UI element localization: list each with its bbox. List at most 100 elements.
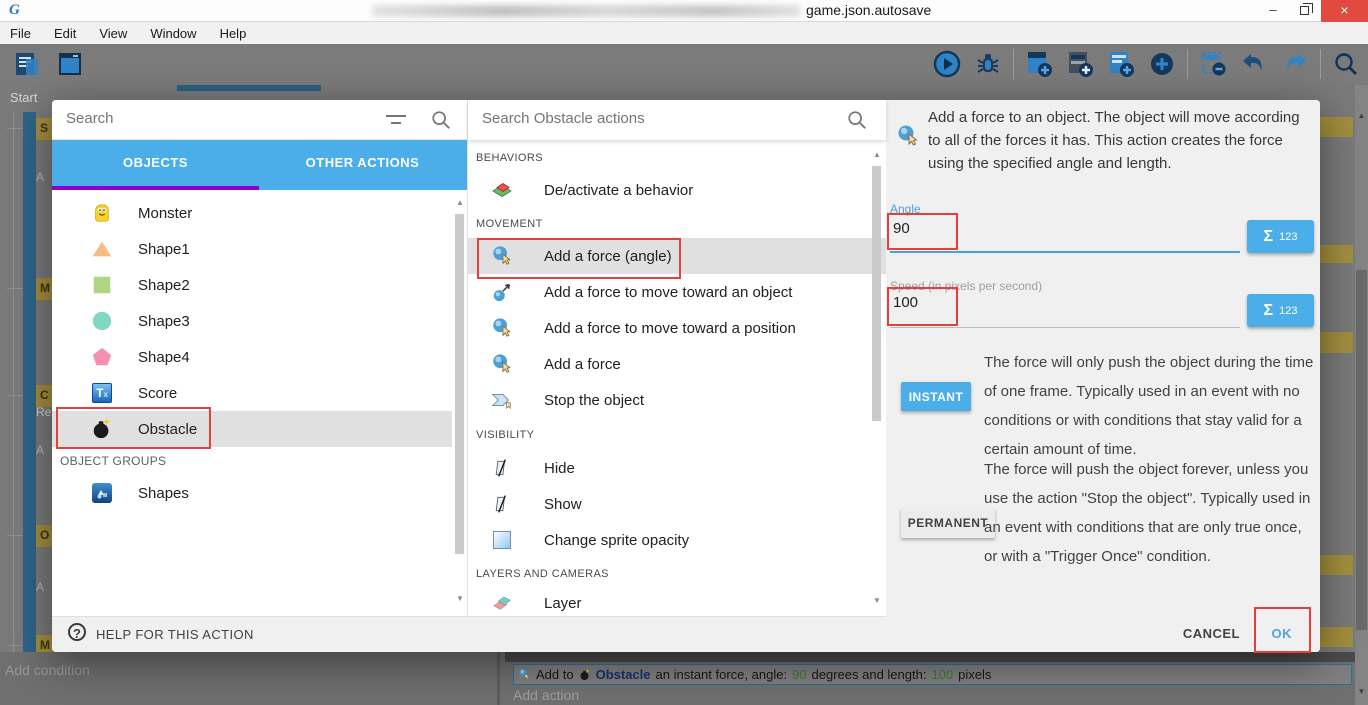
- scroll-down-icon[interactable]: ▼: [1355, 687, 1368, 696]
- event-text-fragment: A: [36, 580, 52, 594]
- action-row-change-opacity[interactable]: Change sprite opacity: [468, 522, 903, 558]
- add-external-events-icon[interactable]: [1064, 48, 1096, 80]
- remove-scene-icon[interactable]: [1197, 48, 1229, 80]
- permanent-button[interactable]: PERMANENT: [901, 508, 995, 538]
- action-label: Stop the object: [544, 392, 644, 409]
- instant-button[interactable]: INSTANT: [901, 382, 971, 411]
- expression-123: 123: [1279, 305, 1297, 317]
- ok-button[interactable]: OK: [1272, 626, 1293, 641]
- menu-window[interactable]: Window: [150, 26, 196, 41]
- active-tab-indicator: [52, 186, 259, 190]
- action-row-text: pixels: [958, 667, 991, 682]
- dialog-footer: ? HELP FOR THIS ACTION CANCEL OK: [52, 616, 1320, 652]
- bomb-icon: [90, 418, 114, 440]
- minimize-button[interactable]: –: [1258, 0, 1288, 22]
- add-condition-placeholder[interactable]: Add condition: [5, 662, 90, 678]
- help-label[interactable]: HELP FOR THIS ACTION: [96, 627, 254, 642]
- action-parameters-panel: Add a force to an object. The object wil…: [886, 100, 1320, 652]
- scene-editor-icon[interactable]: [54, 48, 86, 80]
- undo-icon[interactable]: [1238, 48, 1270, 80]
- object-label: Shape4: [138, 349, 190, 366]
- action-row-layer[interactable]: Layer: [468, 590, 903, 616]
- object-row-shape4[interactable]: Shape4: [52, 339, 452, 375]
- action-row-stop-object[interactable]: Stop the object: [468, 382, 903, 418]
- object-row-obstacle[interactable]: Obstacle: [52, 411, 452, 447]
- tab-other-actions[interactable]: OTHER ACTIONS: [259, 140, 466, 190]
- action-row-show[interactable]: Show: [468, 486, 903, 522]
- layer-icon: [488, 592, 516, 614]
- add-scene-icon[interactable]: [1023, 48, 1055, 80]
- scroll-up-icon[interactable]: ▲: [453, 198, 467, 207]
- scrollbar-thumb[interactable]: [1356, 270, 1367, 630]
- object-row-score[interactable]: Tx Score: [52, 375, 452, 411]
- speed-expression-button[interactable]: Σ 123: [1247, 294, 1314, 327]
- force-icon: [488, 245, 516, 267]
- tree-tick: [7, 395, 22, 396]
- action-label: Change sprite opacity: [544, 532, 689, 549]
- events-tree-line: [13, 112, 14, 660]
- debug-icon[interactable]: [972, 48, 1004, 80]
- scrollbar-thumb[interactable]: [872, 166, 881, 421]
- action-row-add-force[interactable]: Add a force: [468, 346, 903, 382]
- toolbar: [0, 44, 1368, 85]
- object-row-shape2[interactable]: Shape2: [52, 267, 452, 303]
- menu-file[interactable]: File: [10, 26, 31, 41]
- close-button[interactable]: ×: [1321, 0, 1368, 22]
- force-toward-object-icon: [488, 281, 516, 303]
- toolbar-separator: [1013, 49, 1014, 79]
- scene-tab-label: Start: [10, 90, 52, 105]
- triangle-icon: [90, 238, 114, 260]
- add-action-placeholder[interactable]: Add action: [513, 687, 579, 703]
- group-row-shapes[interactable]: Shapes: [52, 475, 452, 511]
- maximize-button[interactable]: [1290, 0, 1320, 22]
- search-icon[interactable]: [430, 109, 452, 131]
- object-label: Shape3: [138, 313, 190, 330]
- behavior-icon: [488, 178, 516, 202]
- angle-expression-button[interactable]: Σ 123: [1247, 220, 1314, 253]
- object-row-shape1[interactable]: Shape1: [52, 231, 452, 267]
- scroll-up-icon[interactable]: ▲: [1355, 111, 1368, 120]
- object-label: Obstacle: [138, 421, 197, 438]
- play-icon[interactable]: [931, 48, 963, 80]
- scrollbar-thumb[interactable]: [455, 214, 464, 554]
- show-icon: [488, 493, 516, 515]
- scroll-down-icon[interactable]: ▼: [870, 596, 884, 605]
- filter-icon[interactable]: [384, 113, 408, 127]
- add-object-icon[interactable]: [1146, 48, 1178, 80]
- object-list-scrollbar[interactable]: ▲ ▼: [453, 190, 467, 616]
- angle-input[interactable]: [893, 220, 1093, 237]
- search-icon[interactable]: [846, 109, 868, 131]
- add-external-layout-icon[interactable]: [1105, 48, 1137, 80]
- project-manager-icon[interactable]: [12, 48, 44, 80]
- object-row-monster[interactable]: Monster: [52, 195, 452, 231]
- scroll-up-icon[interactable]: ▲: [870, 150, 884, 159]
- event-comment-bar-right: [1320, 332, 1353, 353]
- events-scrollbar[interactable]: ▲ ▼: [1355, 85, 1368, 705]
- object-label: Shape2: [138, 277, 190, 294]
- toolbar-search-icon[interactable]: [1330, 48, 1362, 80]
- action-list-scrollbar[interactable]: ▲ ▼: [870, 144, 884, 616]
- speed-input[interactable]: [893, 294, 1093, 311]
- menu-help[interactable]: Help: [220, 26, 247, 41]
- action-row-force-toward-object[interactable]: Add a force to move toward an object: [468, 274, 903, 310]
- selected-action-row[interactable]: Add to Obstacle an instant force, angle:…: [513, 664, 1352, 685]
- action-label: Add a force to move toward a position: [544, 320, 796, 337]
- menu-edit[interactable]: Edit: [54, 26, 76, 41]
- action-row-deactivate-behavior[interactable]: De/activate a behavior: [468, 172, 903, 208]
- action-row-force-toward-position[interactable]: Add a force to move toward a position: [468, 310, 903, 346]
- help-icon[interactable]: ?: [68, 623, 86, 641]
- scroll-down-icon[interactable]: ▼: [453, 594, 467, 603]
- menu-view[interactable]: View: [99, 26, 127, 41]
- action-row-hide[interactable]: Hide: [468, 450, 903, 486]
- action-editor-dialog: OBJECTS OTHER ACTIONS Monster Shape1 Sha…: [52, 100, 1320, 652]
- force-icon: [488, 353, 516, 375]
- object-search-input[interactable]: [66, 110, 366, 127]
- object-row-shape3[interactable]: Shape3: [52, 303, 452, 339]
- text-object-icon: Tx: [90, 383, 114, 403]
- redo-icon[interactable]: [1279, 48, 1311, 80]
- tab-objects[interactable]: OBJECTS: [52, 140, 259, 190]
- action-row-add-force-angle[interactable]: Add a force (angle): [468, 238, 903, 274]
- action-search-input[interactable]: [482, 110, 812, 127]
- cancel-button[interactable]: CANCEL: [1183, 626, 1240, 641]
- speed-input-underline: [890, 327, 1240, 328]
